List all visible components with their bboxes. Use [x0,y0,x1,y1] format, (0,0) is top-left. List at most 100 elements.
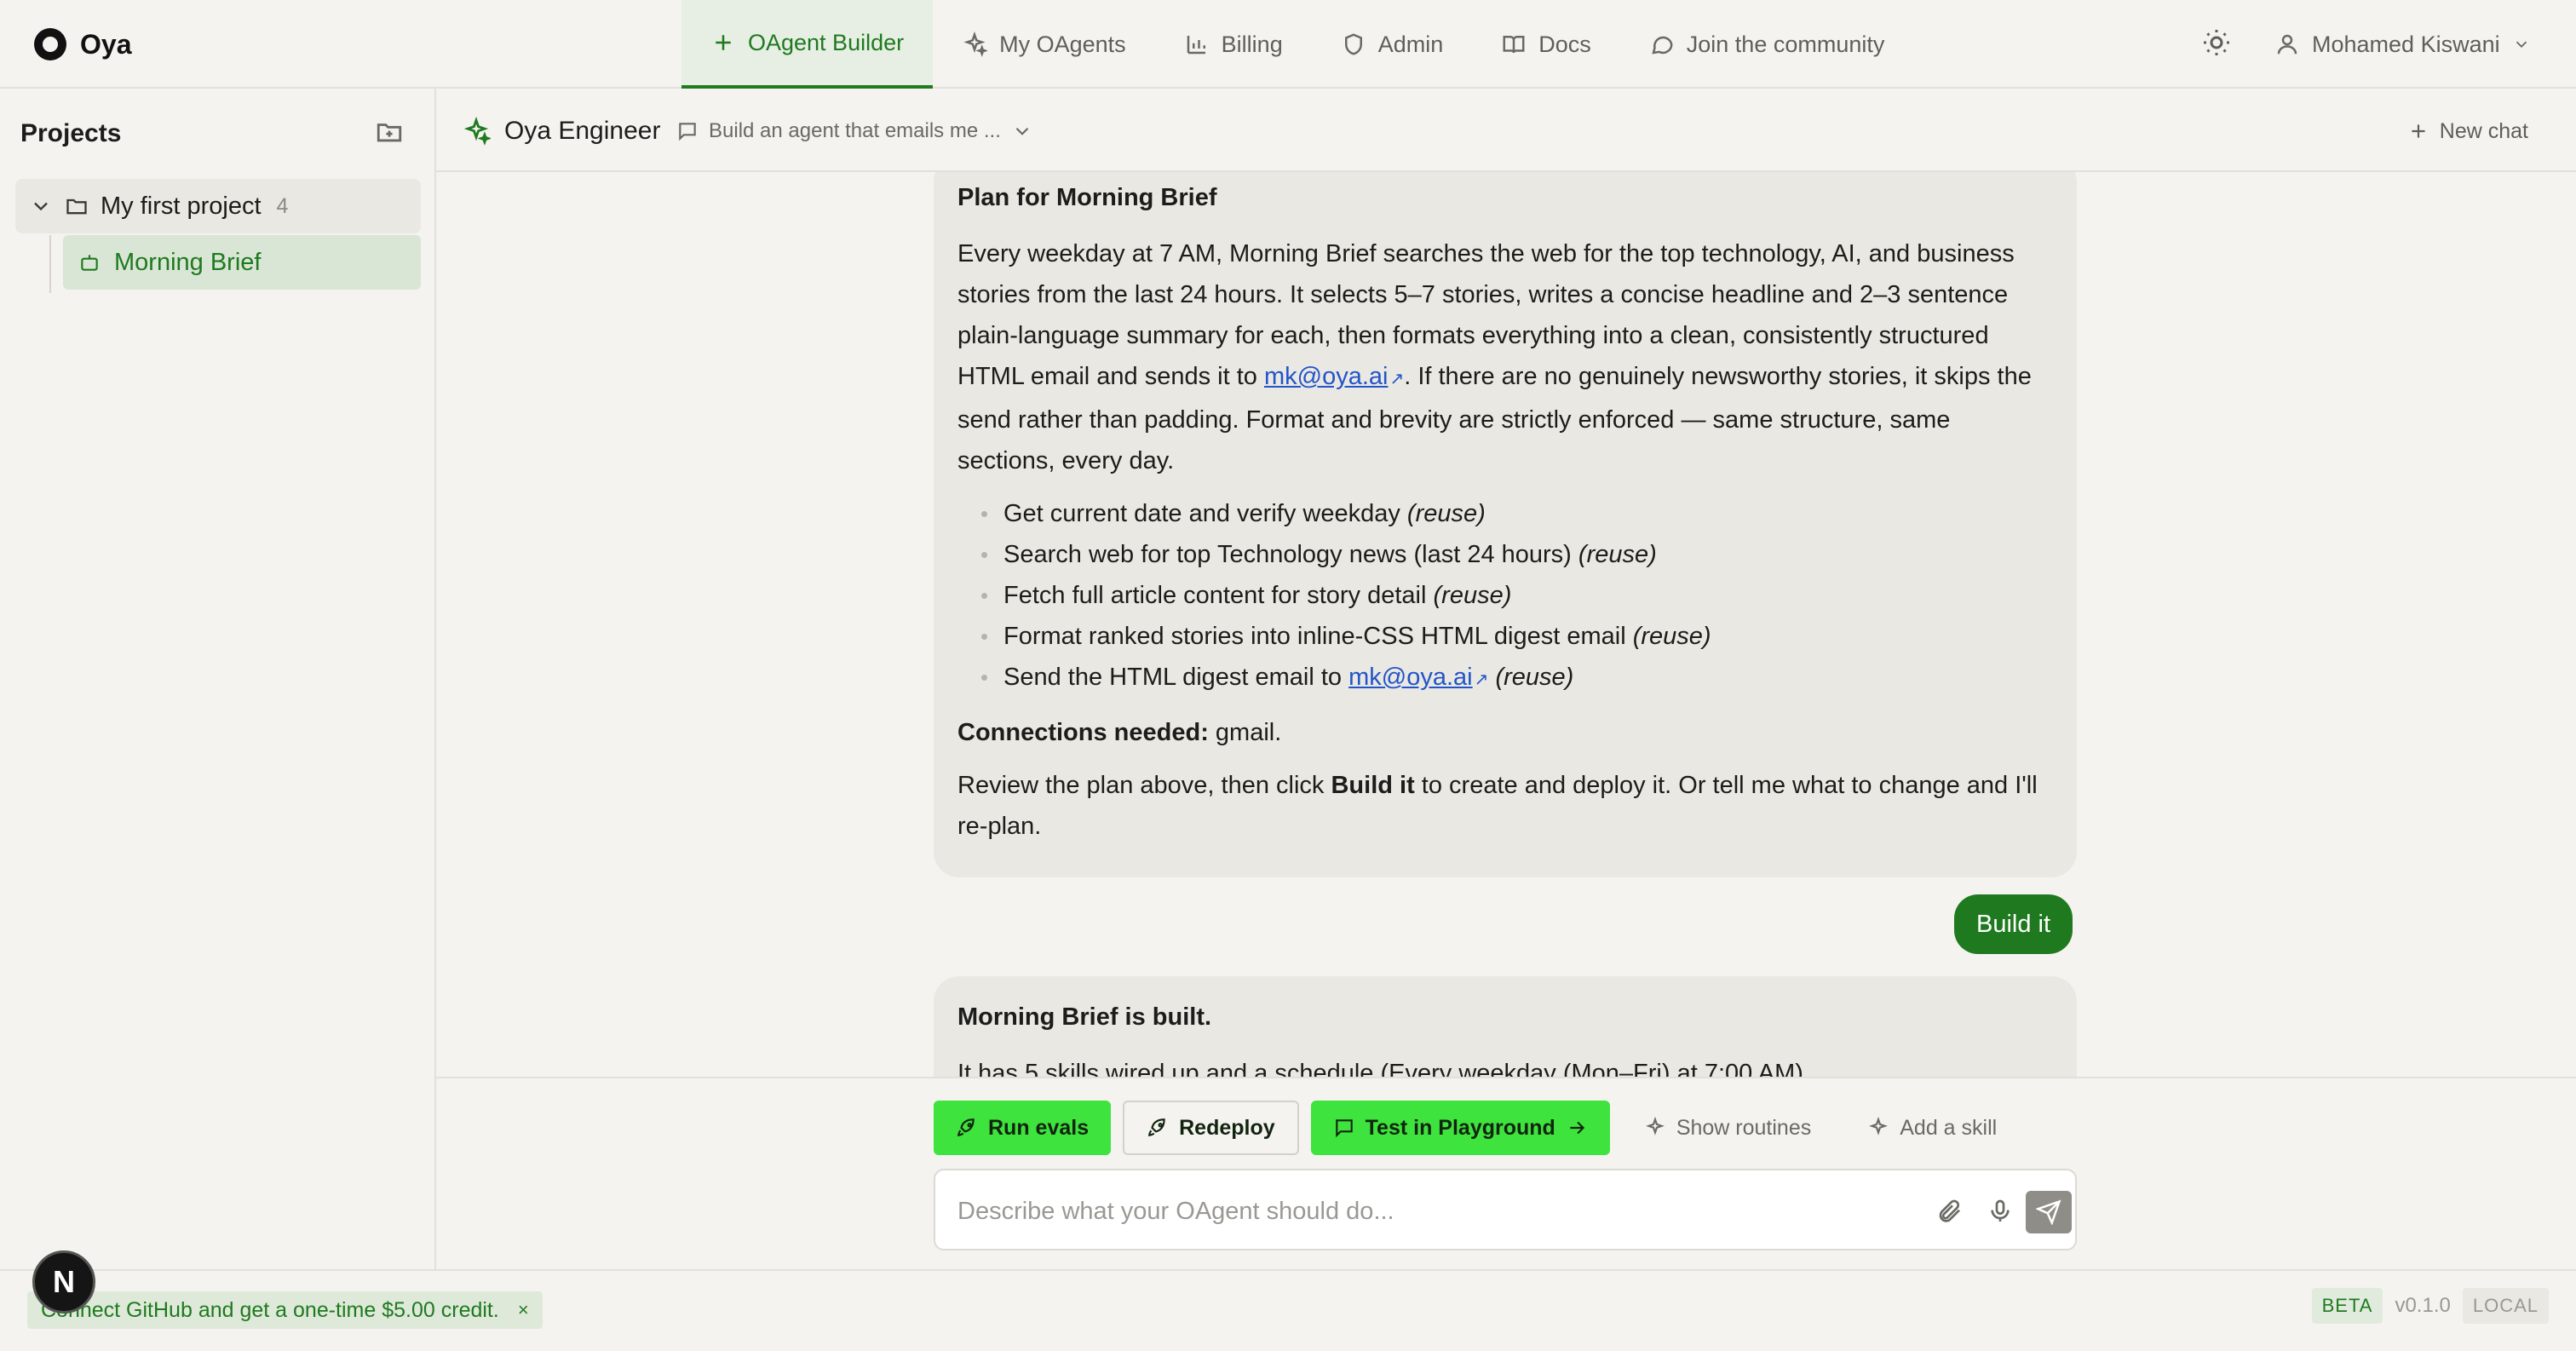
tree-connector [49,235,51,293]
main-nav-tabs: OAgent Builder My OAgents Billing Admin … [681,0,1913,89]
tab-join-community[interactable]: Join the community [1620,0,1914,89]
plan-heading: Plan for Morning Brief [957,184,1217,211]
paperclip-icon [1935,1198,1963,1225]
projects-sidebar: Projects My first project 4 Morning Brie… [0,89,436,1269]
send-icon [2036,1199,2061,1225]
microphone-icon [1987,1198,2014,1225]
top-navigation-bar: Oya OAgent Builder My OAgents Billing Ad… [0,0,2576,89]
sidebar-item-morning-brief[interactable]: Morning Brief [63,235,421,290]
sparkle-icon [1644,1117,1666,1139]
chat-selector[interactable]: Build an agent that emails me ... [676,116,1033,147]
tab-label: Docs [1538,31,1591,57]
run-evals-button[interactable]: Run evals [934,1101,1112,1155]
message-square-icon [1333,1117,1355,1139]
tab-label: Join the community [1686,31,1885,57]
add-skill-button[interactable]: Add a skill [1845,1101,2019,1155]
chevron-down-icon [2512,35,2531,54]
chevron-down-icon[interactable] [29,194,53,218]
button-label: Show routines [1676,1115,1812,1140]
step-tag: (reuse) [1632,623,1711,650]
version-info: BETA v0.1.0 LOCAL [2311,1288,2549,1324]
test-in-playground-button[interactable]: Test in Playground [1310,1101,1610,1155]
bar-chart-icon [1184,32,1210,57]
app-logo[interactable]: Oya [34,26,131,63]
agent-title-text: Oya Engineer [504,117,661,145]
step-tag: (reuse) [1433,582,1512,609]
new-chat-label: New chat [2439,118,2528,143]
environment-badge: LOCAL [2462,1288,2549,1324]
connections-value: gmail. [1208,719,1282,746]
message-list[interactable]: Plan for Morning Brief Every weekday at … [438,172,2576,1077]
action-buttons: Run evals Redeploy Test in Playground Sh… [934,1101,2019,1155]
step-text: Send the HTML digest email to [1003,664,1343,691]
sidebar-title: Projects [20,119,122,147]
step-tag: (reuse) [1495,664,1574,691]
button-label: Redeploy [1179,1115,1275,1140]
connections-line: Connections needed: gmail. [957,712,2053,753]
plus-icon [710,30,736,55]
shield-icon [1341,32,1366,57]
new-project-button[interactable] [375,118,405,148]
list-item: Get current date and verify weekday (reu… [957,493,2053,534]
sparkle-icon [1867,1117,1889,1139]
email-link[interactable]: mk@oya.ai [1348,664,1472,691]
version-text: v0.1.0 [2395,1294,2451,1317]
dev-tools-avatar[interactable]: N [32,1250,95,1314]
rocket-icon [1147,1117,1169,1139]
button-label: Test in Playground [1365,1115,1555,1140]
connections-label: Connections needed: [957,719,1209,746]
github-promo-banner[interactable]: Connect GitHub and get a one-time $5.00 … [27,1291,543,1329]
user-message-build-it: Build it [1954,894,2073,954]
tab-label: Billing [1221,31,1283,57]
plan-description: Every weekday at 7 AM, Morning Brief sea… [957,233,2053,481]
app-name: Oya [80,28,132,60]
message-input[interactable] [957,1193,1895,1230]
tab-label: OAgent Builder [748,29,905,55]
button-label: Add a skill [1900,1115,1998,1140]
send-button[interactable] [2026,1191,2072,1233]
user-icon [2274,32,2300,57]
step-text: Format ranked stories into inline-CSS HT… [1003,623,1626,650]
agent-title: Oya Engineer [462,112,660,150]
external-link-icon: ↗ [1389,370,1405,388]
composer-area: Run evals Redeploy Test in Playground Sh… [436,1077,2576,1269]
step-text: Get current date and verify weekday [1003,500,1400,527]
redeploy-button[interactable]: Redeploy [1123,1101,1299,1155]
close-icon[interactable]: × [518,1299,529,1321]
oya-logo-icon [34,28,66,60]
folder-icon [65,194,89,218]
sparkle-icon [462,117,491,146]
step-tag: (reuse) [1406,500,1486,527]
user-menu[interactable]: Mohamed Kiswani [2274,26,2531,63]
sun-icon [2201,27,2235,58]
agent-name: Morning Brief [114,248,262,276]
theme-toggle-button[interactable] [2201,27,2235,61]
review-line: Review the plan above, then click Build … [957,765,2053,847]
tab-docs[interactable]: Docs [1472,0,1620,89]
new-chat-button[interactable]: New chat [2407,116,2528,147]
footer-bar: Connect GitHub and get a one-time $5.00 … [0,1269,2576,1351]
step-text: Fetch full article content for story det… [1003,582,1427,609]
built-heading: Morning Brief is built. [957,1003,1212,1031]
attach-button[interactable] [1935,1198,1963,1225]
list-item: Send the HTML digest email to mk@oya.ai ↗… [957,657,2053,700]
email-link[interactable]: mk@oya.ai [1264,363,1388,390]
project-count: 4 [276,193,289,218]
review-text: Review the plan above, then click [957,772,1331,799]
assistant-message-plan: Plan for Morning Brief Every weekday at … [934,172,2077,877]
project-item[interactable]: My first project 4 [15,179,421,233]
message-square-icon [676,120,699,142]
tab-my-oagents[interactable]: My OAgents [933,0,1155,89]
list-item: Fetch full article content for story det… [957,575,2053,616]
list-item: Format ranked stories into inline-CSS HT… [957,616,2053,657]
message-composer [934,1169,2077,1250]
tab-oagent-builder[interactable]: OAgent Builder [681,0,934,89]
tab-admin[interactable]: Admin [1312,0,1473,89]
tab-billing[interactable]: Billing [1155,0,1312,89]
plan-steps-list: Get current date and verify weekday (reu… [957,493,2053,700]
step-tag: (reuse) [1578,541,1657,568]
project-name: My first project [101,192,262,220]
microphone-button[interactable] [1987,1198,2014,1225]
tab-label: My OAgents [999,31,1126,57]
show-routines-button[interactable]: Show routines [1622,1101,1833,1155]
